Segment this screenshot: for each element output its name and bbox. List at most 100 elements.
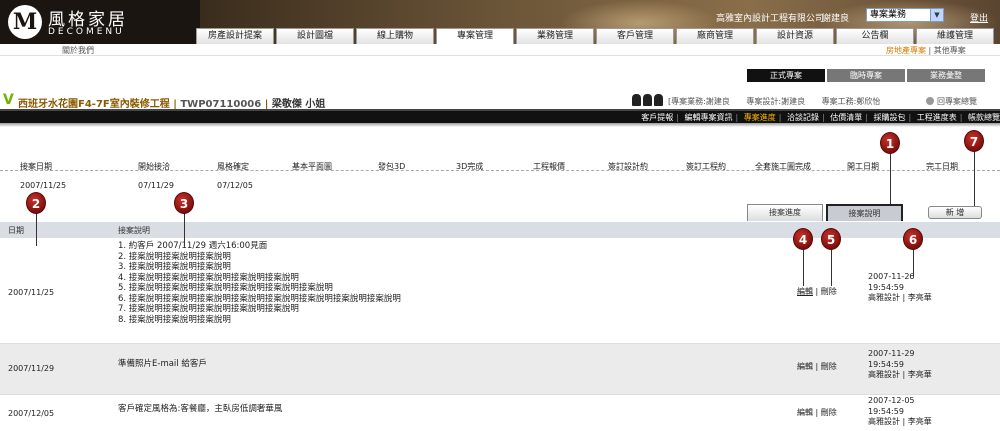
author: 高雅設計 | 李亮華 <box>868 293 932 302</box>
back-arrow-icon <box>926 97 934 105</box>
author: 高雅設計 | 李亮華 <box>868 370 932 379</box>
menu-schedule[interactable]: 工程進度表 <box>917 113 957 122</box>
description-line: 5. 接案說明接案說明接案說明接案說明接案說明接案說明 <box>118 283 333 293</box>
progress-value: 07/11/29 <box>138 181 174 190</box>
tab-vendor-management[interactable]: 廠商管理 <box>676 28 754 44</box>
logo[interactable]: M 風格家居 DECOMENU <box>0 0 200 46</box>
column-header-date: 日期 <box>8 226 24 235</box>
callout-marker-6: 6 <box>903 228 923 250</box>
updated-date: 2007-12-05 <box>868 396 915 405</box>
callout-line <box>36 212 37 246</box>
row-description: 客戶確定風格為:客餐廳，主臥房低調奢華風 <box>118 404 282 415</box>
menu-client-report[interactable]: 客戶提報 <box>641 113 673 122</box>
delete-link[interactable]: 刪除 <box>821 362 837 371</box>
about-link[interactable]: 關於我們 <box>62 45 94 56</box>
realty-project-link[interactable]: 房地產專案 <box>886 46 926 55</box>
description-line: 3. 接案說明接案說明接案說明 <box>118 262 231 272</box>
contact-designer: 專案設計:謝建良 <box>746 97 806 106</box>
callout-line <box>974 150 975 206</box>
row-meta: 2007-12-05 19:54:59 高雅設計 | 李亮華 <box>868 396 932 428</box>
row-description: 1. 約客戶 2007/11/29 週六16:00見面 2. 接案說明接案說明接… <box>118 241 401 325</box>
callout-marker-3: 3 <box>174 192 194 214</box>
description-line: 1. 約客戶 2007/11/29 週六16:00見面 <box>118 241 268 251</box>
tab-online-shop[interactable]: 線上購物 <box>356 28 434 44</box>
user-name: 謝建良 <box>822 14 850 24</box>
callout-marker-7: 7 <box>964 130 984 152</box>
menu-meeting-records[interactable]: 洽談記錄 <box>787 113 819 122</box>
table-row: 2007/11/25 1. 約客戶 2007/11/29 週六16:00見面 2… <box>0 238 1000 344</box>
updated-date: 2007-11-26 <box>868 272 915 281</box>
row-actions: 編輯 | 刪除 <box>797 286 837 297</box>
callout-marker-4: 4 <box>793 228 813 250</box>
back-to-overview-link[interactable]: 回專案總覽 <box>926 96 977 107</box>
callout-line <box>913 248 914 276</box>
tab-temporary-projects[interactable]: 臨時專案 <box>827 69 905 82</box>
column-header-description: 接案說明 <box>118 226 150 235</box>
function-menu: 客戶提報 | 編輯專案資訊 | 專案進度 | 洽談記錄 | 估價清單 | 採購設包 | 工程… <box>0 109 1000 123</box>
project-contacts: [專案業務:謝建良 專案設計:謝建良 專案工務:鄭欣怡 <box>668 96 894 107</box>
tab-project-management[interactable]: 專案管理 <box>436 28 514 44</box>
edit-link[interactable]: 編輯 <box>797 408 813 417</box>
separator: | <box>815 287 819 296</box>
callout-line <box>803 248 804 286</box>
logo-mark-icon: M <box>8 5 42 39</box>
callout-line <box>890 152 891 204</box>
contact-engineer: 專案工務:鄭欣怡 <box>821 97 881 106</box>
tab-design-files[interactable]: 設計圖檔 <box>276 28 354 44</box>
role-select[interactable]: 專案業務 ▼ <box>866 8 944 22</box>
description-line: 6. 接案說明接案說明接案說明接案說明接案說明接案說明接案說明接案說明 <box>118 293 401 304</box>
tab-notes[interactable]: 接案說明 <box>826 204 903 221</box>
company-name: 高雅室內設計工程有限公司 <box>716 14 825 24</box>
author: 高雅設計 | 李亮華 <box>868 417 932 426</box>
add-button[interactable]: 新 增 <box>928 206 982 219</box>
separator: | <box>928 46 932 55</box>
separator: | <box>815 362 819 371</box>
tab-maintenance[interactable]: 維護管理 <box>916 28 994 44</box>
menu-accounts[interactable]: 帳款總覽 <box>968 113 1000 122</box>
contact-sales: [專案業務:謝建良 <box>668 97 730 106</box>
project-title: 西班牙水花園F4-7F室內裝修工程 | TWP07110006 | 梁敬傑 小姐 <box>18 95 325 110</box>
people-icon <box>632 94 664 106</box>
delete-link[interactable]: 刪除 <box>821 408 837 417</box>
tab-bulletin[interactable]: 公告欄 <box>836 28 914 44</box>
updated-time: 19:54:59 <box>868 406 904 416</box>
callout-line <box>831 248 832 286</box>
row-meta: 2007-11-29 19:54:59 高雅設計 | 李亮華 <box>868 349 932 381</box>
row-description: 準備照片E-mail 給客戶 <box>118 359 207 370</box>
tab-formal-projects[interactable]: 正式專案 <box>747 69 825 82</box>
callout-line <box>184 212 185 246</box>
tab-progress[interactable]: 接案進度 <box>747 204 823 221</box>
tab-customer-management[interactable]: 客戶管理 <box>596 28 674 44</box>
table-row: 2007/12/05 客戶確定風格為:客餐廳，主臥房低調奢華風 編輯 | 刪除 … <box>0 395 1000 431</box>
other-project-link[interactable]: 其他專案 <box>934 46 966 55</box>
description-line: 準備照片E-mail 給客戶 <box>118 359 207 369</box>
callout-marker-2: 2 <box>26 192 46 214</box>
tab-business-management[interactable]: 業務管理 <box>516 28 594 44</box>
project-type-links: 房地產專案 | 其他專案 <box>886 45 966 56</box>
description-line: 8. 接案說明接案說明接案說明 <box>118 314 231 325</box>
edit-link[interactable]: 編輯 <box>797 362 813 371</box>
progress-value: 07/12/05 <box>217 181 253 190</box>
menu-quote-list[interactable]: 估價清單 <box>830 113 862 122</box>
logo-subtitle: DECOMENU <box>48 27 125 37</box>
delete-link[interactable]: 刪除 <box>821 287 837 296</box>
divider <box>0 170 1000 171</box>
row-date: 2007/12/05 <box>8 409 55 418</box>
row-actions: 編輯 | 刪除 <box>797 407 837 418</box>
check-icon: V <box>3 92 14 108</box>
tab-business-summary[interactable]: 業務彙整 <box>907 69 985 82</box>
chevron-down-icon[interactable]: ▼ <box>930 9 943 21</box>
menu-edit-project[interactable]: 編輯專案資訊 <box>685 113 733 122</box>
table-row: 2007/11/29 準備照片E-mail 給客戶 編輯 | 刪除 2007-1… <box>0 344 1000 395</box>
menu-procurement[interactable]: 採購設包 <box>874 113 906 122</box>
tab-proposal[interactable]: 房產設計提案 <box>196 28 274 44</box>
progress-value: 2007/11/25 <box>20 181 67 190</box>
role-select-value: 專案業務 <box>870 10 907 20</box>
edit-link[interactable]: 編輯 <box>797 287 813 296</box>
updated-time: 19:54:59 <box>868 359 904 369</box>
updated-date: 2007-11-29 <box>868 349 915 358</box>
logout-link[interactable]: 登出 <box>970 11 988 24</box>
menu-project-progress[interactable]: 專案進度 <box>744 113 776 122</box>
description-line: 2. 接案說明接案說明接案說明 <box>118 251 231 262</box>
tab-design-resources[interactable]: 設計資源 <box>756 28 834 44</box>
